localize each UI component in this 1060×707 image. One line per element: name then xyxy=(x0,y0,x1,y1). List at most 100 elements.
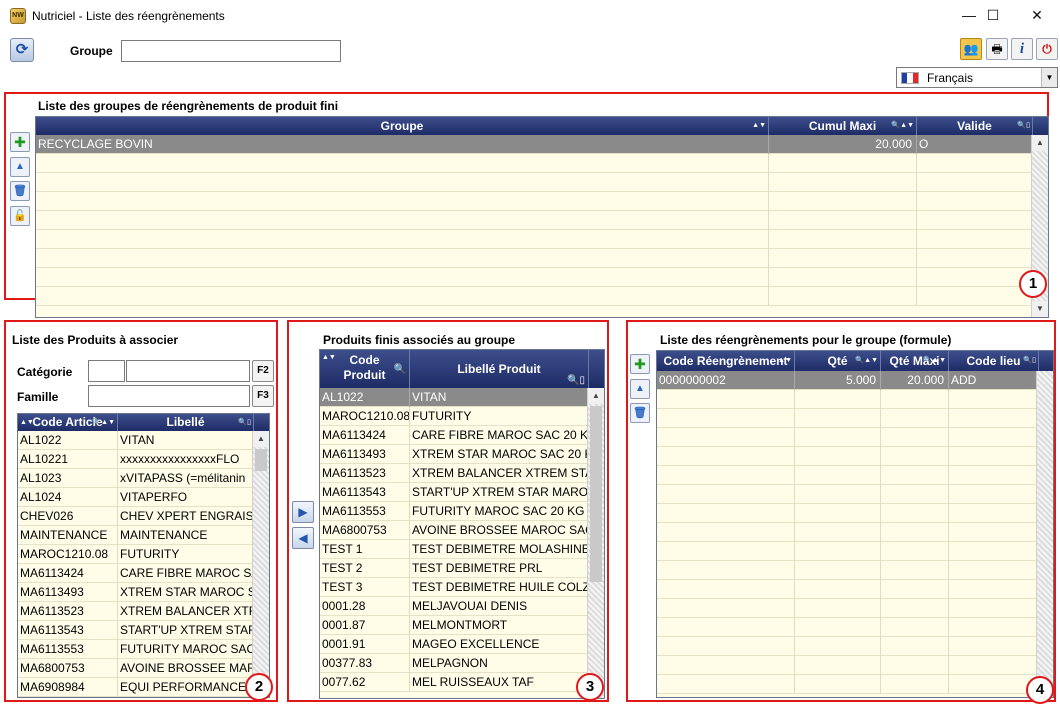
table-row[interactable]: 0001.28 MELJAVOUAI DENIS xyxy=(320,597,589,616)
print-button[interactable]: 🖶 xyxy=(986,38,1008,60)
column-header-code-article[interactable]: ▲▼ Code Article 🔍▲▼ xyxy=(18,414,118,431)
scroll-up-arrow-icon[interactable]: ▲ xyxy=(588,388,604,404)
scrollbar-thumb[interactable] xyxy=(255,449,267,471)
f2-button[interactable]: F2 xyxy=(252,360,274,382)
table-row[interactable]: MAROC1210.08 FUTURITY xyxy=(320,407,589,426)
f3-button[interactable]: F3 xyxy=(252,385,274,407)
info-button[interactable]: i xyxy=(1011,38,1033,60)
table-row[interactable]: AL1024 VITAPERFO xyxy=(18,488,254,507)
table-row[interactable] xyxy=(36,154,1033,173)
table-row[interactable]: 0000000002 5.000 20.000 ADD xyxy=(657,371,1039,390)
table-row[interactable] xyxy=(657,523,1039,542)
table-row[interactable]: MA6800753 AVOINE BROSSEE MAROC SAC xyxy=(320,521,589,540)
table-row[interactable] xyxy=(36,211,1033,230)
column-header-groupe[interactable]: Groupe ▲▼ xyxy=(36,117,769,135)
table-row[interactable] xyxy=(657,561,1039,580)
table-row[interactable] xyxy=(657,504,1039,523)
delete-formula-button[interactable]: 🗑 xyxy=(630,403,650,423)
formula-scrollbar[interactable] xyxy=(1036,371,1053,697)
table-row[interactable]: CHEV026 CHEV XPERT ENGRAISS xyxy=(18,507,254,526)
table-row[interactable]: MAINTENANCE MAINTENANCE xyxy=(18,526,254,545)
table-row[interactable]: 0001.91 MAGEO EXCELLENCE xyxy=(320,635,589,654)
table-row[interactable]: MA6113553 FUTURITY MAROC SAC xyxy=(18,640,254,659)
table-row[interactable]: AL1022 VITAN xyxy=(18,431,254,450)
column-header-code-reengrenement[interactable]: Code Réengrènement ▲▼ xyxy=(657,351,795,371)
table-row[interactable]: MA6113493 XTREM STAR MAROC S xyxy=(18,583,254,602)
table-row[interactable]: 0077.62 MEL RUISSEAUX TAF xyxy=(320,673,589,692)
scroll-down-arrow-icon[interactable]: ▼ xyxy=(1032,301,1048,317)
table-row[interactable] xyxy=(657,485,1039,504)
table-row[interactable] xyxy=(36,268,1033,287)
table-row[interactable]: MA6113523 XTREM BALANCER XTREM STAR xyxy=(320,464,589,483)
table-row[interactable] xyxy=(657,466,1039,485)
add-formula-button[interactable]: ✚ xyxy=(630,354,650,374)
table-row[interactable]: MA6800753 AVOINE BROSSEE MAR xyxy=(18,659,254,678)
table-row[interactable]: MA6113543 START'UP XTREM STAR MAROC xyxy=(320,483,589,502)
chevron-down-icon[interactable]: ▼ xyxy=(1041,68,1057,87)
groupe-input[interactable] xyxy=(121,40,341,62)
add-group-button[interactable]: ✚ xyxy=(10,132,30,152)
table-row[interactable]: 00377.83 MELPAGNON xyxy=(320,654,589,673)
move-up-group-button[interactable]: ▲ xyxy=(10,157,30,177)
table-row[interactable]: TEST 2 TEST DEBIMETRE PRL xyxy=(320,559,589,578)
language-select[interactable]: Français ▼ xyxy=(896,67,1058,88)
scrollbar-thumb[interactable] xyxy=(590,406,602,582)
table-row[interactable]: AL1023 xVITAPASS (=mélitanin xyxy=(18,469,254,488)
table-row[interactable] xyxy=(657,428,1039,447)
table-row[interactable]: MA6113493 XTREM STAR MAROC SAC 20 KG xyxy=(320,445,589,464)
maximize-button[interactable]: ☐ xyxy=(970,0,1016,30)
table-row[interactable]: MA6113553 FUTURITY MAROC SAC 20 KG xyxy=(320,502,589,521)
table-row[interactable]: MA6113543 START'UP XTREM STAR xyxy=(18,621,254,640)
table-row[interactable]: AL10221 xxxxxxxxxxxxxxxxFLO xyxy=(18,450,254,469)
categorie-code-input[interactable] xyxy=(88,360,125,382)
table-row[interactable]: MA6908984 EQUI PERFORMANCE S xyxy=(18,678,254,697)
table-row[interactable] xyxy=(657,637,1039,656)
unlock-group-button[interactable]: 🔓 xyxy=(10,206,30,226)
table-row[interactable] xyxy=(657,390,1039,409)
scroll-up-arrow-icon[interactable]: ▲ xyxy=(253,431,269,447)
table-row[interactable] xyxy=(657,542,1039,561)
delete-group-button[interactable]: 🗑 xyxy=(10,181,30,201)
famille-input[interactable] xyxy=(88,385,250,407)
table-row[interactable]: RECYCLAGE BOVIN 20.000 O xyxy=(36,135,1033,154)
column-header-cumul-maxi[interactable]: Cumul Maxi 🔍▲▼ xyxy=(769,117,917,135)
column-header-libelle[interactable]: Libellé 🔍▯ xyxy=(118,414,254,431)
table-row[interactable] xyxy=(36,192,1033,211)
table-row[interactable] xyxy=(36,230,1033,249)
table-row[interactable] xyxy=(657,447,1039,466)
trash-icon: 🗑 xyxy=(13,185,27,197)
column-header-valide[interactable]: Valide 🔍▯ xyxy=(917,117,1033,135)
products-scrollbar[interactable]: ▲ xyxy=(252,431,269,697)
column-header-libelle-produit[interactable]: Libellé Produit 🔍▯ xyxy=(410,350,589,388)
table-row[interactable]: MA6113424 CARE FIBRE MAROC SA xyxy=(18,564,254,583)
move-up-formula-button[interactable]: ▲ xyxy=(630,379,650,399)
table-row[interactable] xyxy=(657,580,1039,599)
close-button[interactable]: ✕ xyxy=(1014,0,1060,30)
column-header-code-lieu[interactable]: Code lieu 🔍▯ xyxy=(949,351,1039,371)
table-row[interactable]: TEST 1 TEST DEBIMETRE MOLASHINE xyxy=(320,540,589,559)
column-header-qte[interactable]: Qté 🔍▲▼ xyxy=(795,351,881,371)
table-row[interactable] xyxy=(36,173,1033,192)
column-header-code-produit[interactable]: ▲▼ Code Produit 🔍 xyxy=(320,350,410,388)
printer-icon: 🖶 xyxy=(991,42,1003,56)
finished-scrollbar[interactable]: ▲ xyxy=(587,388,604,698)
table-row[interactable] xyxy=(657,675,1039,694)
users-button[interactable]: 👥 xyxy=(960,38,982,60)
quit-button[interactable]: ⏻ xyxy=(1036,38,1058,60)
table-row[interactable] xyxy=(36,287,1033,306)
table-row[interactable]: AL1022 VITAN xyxy=(320,388,589,407)
table-row[interactable]: 0001.87 MELMONTMORT xyxy=(320,616,589,635)
table-row[interactable]: MA6113523 XTREM BALANCER XTR xyxy=(18,602,254,621)
table-row[interactable]: MA6113424 CARE FIBRE MAROC SAC 20 KG xyxy=(320,426,589,445)
table-row[interactable] xyxy=(36,249,1033,268)
refresh-button[interactable]: ⟳ xyxy=(10,38,34,62)
table-row[interactable]: MAROC1210.08 FUTURITY xyxy=(18,545,254,564)
column-header-qte-maxi[interactable]: Qté Maxi 🔍▲▼ xyxy=(881,351,949,371)
table-row[interactable] xyxy=(657,409,1039,428)
table-row[interactable] xyxy=(657,618,1039,637)
table-row[interactable]: TEST 3 TEST DEBIMETRE HUILE COLZA xyxy=(320,578,589,597)
categorie-name-input[interactable] xyxy=(126,360,250,382)
table-row[interactable] xyxy=(657,599,1039,618)
scroll-up-arrow-icon[interactable]: ▲ xyxy=(1032,135,1048,151)
table-row[interactable] xyxy=(657,656,1039,675)
